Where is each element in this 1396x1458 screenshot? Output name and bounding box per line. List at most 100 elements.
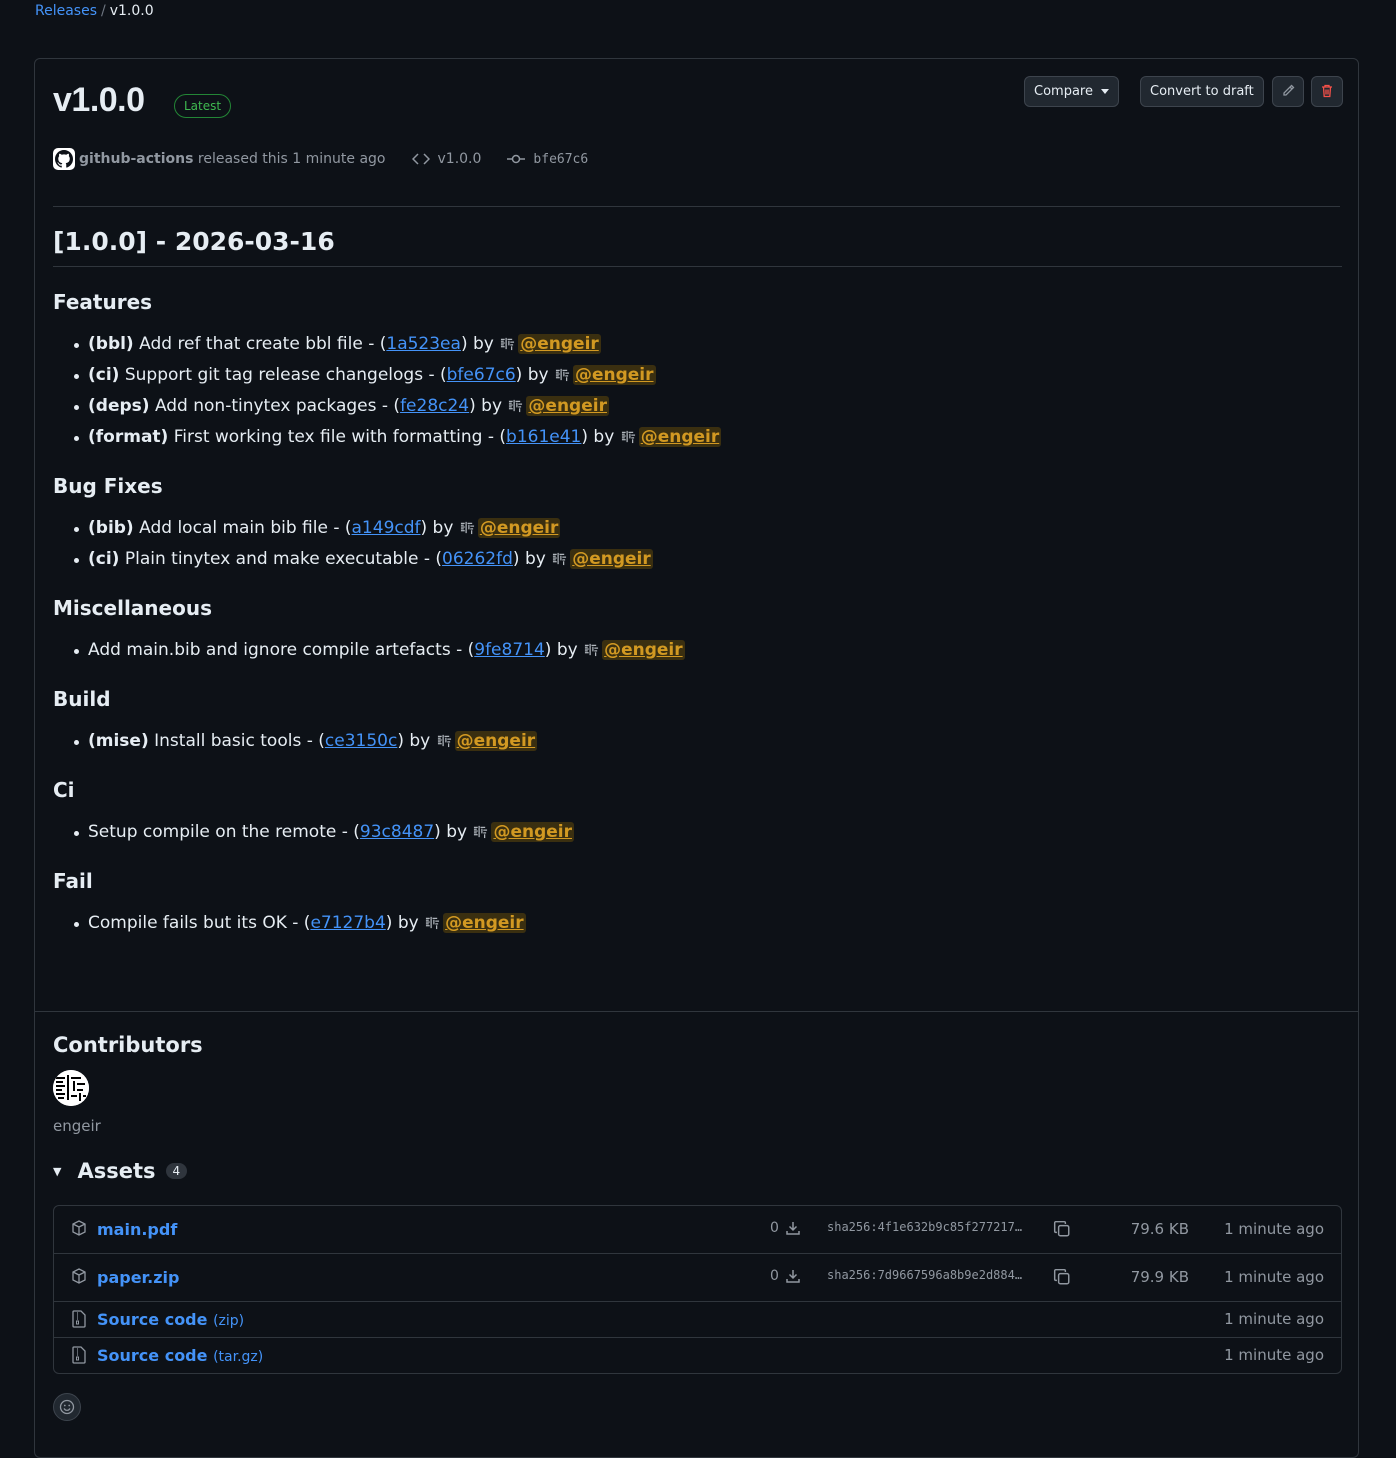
source-zip-link[interactable]: Source code (zip) <box>97 1310 244 1329</box>
release-title: v1.0.0 <box>53 81 145 119</box>
section-heading: Build <box>53 687 111 711</box>
breadcrumb: Releases / v1.0.0 <box>35 3 154 19</box>
section-heading: Ci <box>53 778 75 802</box>
asset-size: 79.6 KB <box>1130 1220 1189 1238</box>
item-text: Add local main bib file - ( <box>139 518 352 538</box>
asset-link[interactable]: main.pdf <box>97 1220 177 1239</box>
list-item: (ci) Plain tinytex and make executable -… <box>74 544 1342 575</box>
source-ext: (zip) <box>213 1313 245 1329</box>
user-mention[interactable]: @engeir <box>454 731 538 751</box>
list-item: (mise) Install basic tools - (ce3150c) b… <box>74 726 1342 757</box>
user-avatar-icon <box>473 819 489 839</box>
item-text: Compile fails but its OK - ( <box>88 913 311 933</box>
file-zip-icon <box>72 1346 86 1364</box>
assets-toggle[interactable]: ▼ Assets 4 <box>53 1159 188 1183</box>
item-text: Install basic tools - ( <box>154 731 325 751</box>
assets-list: main.pdf 0 sha256:4f1e632b9c85f277217… 7… <box>53 1205 1342 1374</box>
list-item: (ci) Support git tag release changelogs … <box>74 360 1342 391</box>
commit-link[interactable]: 9fe8714 <box>474 640 545 660</box>
download-count: 0 <box>770 1268 801 1284</box>
smiley-icon <box>59 1399 75 1415</box>
list-item: (bib) Add local main bib file - (a149cdf… <box>74 513 1342 544</box>
commit-link[interactable]: a149cdf <box>352 518 421 538</box>
list-item: Add main.bib and ignore compile artefact… <box>74 635 1342 666</box>
user-mention[interactable]: @engeir <box>443 913 526 933</box>
commit-link[interactable]: fe28c24 <box>400 396 469 416</box>
list-item: (deps) Add non-tinytex packages - (fe28c… <box>74 391 1342 422</box>
github-logo-icon <box>55 150 73 168</box>
download-icon <box>786 1222 800 1235</box>
tag-name: v1.0.0 <box>437 151 482 167</box>
commit-link[interactable]: 06262fd <box>442 549 513 569</box>
item-text: Add main.bib and ignore compile artefact… <box>88 640 475 660</box>
commit-link[interactable]: 93c8487 <box>360 822 434 842</box>
source-time: 1 minute ago <box>1224 1310 1324 1328</box>
copy-icon[interactable] <box>1053 1220 1071 1238</box>
asset-size: 79.9 KB <box>1130 1268 1189 1286</box>
user-mention[interactable]: @engeir <box>526 396 609 416</box>
user-mention[interactable]: @engeir <box>602 640 685 660</box>
package-icon <box>72 1268 86 1284</box>
scope-label: (ci) <box>88 365 120 385</box>
copy-icon[interactable] <box>1053 1268 1071 1286</box>
tag-link[interactable]: v1.0.0 <box>411 151 482 167</box>
commit-link[interactable]: 1a523ea <box>386 334 461 354</box>
list-item: Setup compile on the remote - (93c8487) … <box>74 817 1342 848</box>
released-text: released this 1 minute ago <box>197 151 386 167</box>
asset-time: 1 minute ago <box>1224 1268 1324 1286</box>
download-icon <box>786 1270 800 1283</box>
assets-title: Assets <box>77 1159 156 1183</box>
contributor-name[interactable]: engeir <box>53 1117 101 1135</box>
list-item: Compile fails but its OK - (e7127b4) by … <box>74 908 1342 939</box>
user-mention[interactable]: @engeir <box>518 334 601 354</box>
user-avatar-icon <box>620 424 636 444</box>
delete-button[interactable] <box>1311 76 1343 107</box>
asset-row: main.pdf 0 sha256:4f1e632b9c85f277217… 7… <box>54 1206 1341 1253</box>
item-text: Setup compile on the remote - ( <box>88 822 360 842</box>
scope-label: (bib) <box>88 518 134 538</box>
user-mention[interactable]: @engeir <box>477 518 561 538</box>
user-avatar-icon <box>552 546 568 566</box>
code-icon <box>411 153 430 165</box>
contributors-title: Contributors <box>53 1033 203 1057</box>
user-mention[interactable]: @engeir <box>570 549 653 569</box>
section-list: (bib) Add local main bib file - (a149cdf… <box>53 513 1342 575</box>
by-text: ) by <box>460 334 494 354</box>
section-heading: Fail <box>53 869 93 893</box>
user-mention[interactable]: @engeir <box>572 365 656 385</box>
user-avatar-icon <box>554 362 570 382</box>
edit-button[interactable] <box>1272 76 1304 107</box>
asset-link[interactable]: paper.zip <box>97 1268 180 1287</box>
user-mention[interactable]: @engeir <box>638 427 722 447</box>
user-mention[interactable]: @engeir <box>491 822 575 842</box>
commit-link[interactable]: bfe67c6 <box>507 152 588 167</box>
release-meta: github-actions released this 1 minute ag… <box>53 147 588 171</box>
triangle-down-icon: ▼ <box>53 1164 62 1178</box>
by-text: ) by <box>544 640 578 660</box>
compare-button[interactable]: Compare <box>1024 76 1119 107</box>
github-actions-avatar[interactable] <box>53 148 75 170</box>
notes-sections: Features (bbl) Add ref that create bbl fi… <box>53 289 1342 939</box>
commit-link[interactable]: b161e41 <box>506 427 581 447</box>
add-reaction-button[interactable] <box>53 1393 81 1421</box>
release-author[interactable]: github-actions <box>79 151 193 167</box>
user-avatar-icon <box>500 331 516 351</box>
convert-to-draft-button[interactable]: Convert to draft <box>1140 76 1264 107</box>
contributor-avatar[interactable] <box>53 1070 89 1106</box>
commit-sha: bfe67c6 <box>533 151 589 167</box>
commit-link[interactable]: e7127b4 <box>310 913 385 933</box>
breadcrumb-releases-link[interactable]: Releases <box>35 3 97 19</box>
commit-link[interactable]: ce3150c <box>325 731 397 751</box>
list-item: (bbl) Add ref that create bbl file - (1a… <box>74 329 1342 360</box>
breadcrumb-current: v1.0.0 <box>109 3 154 19</box>
commit-link[interactable]: bfe67c6 <box>447 365 516 385</box>
release-card: v1.0.0 Latest Compare Convert to draft g… <box>34 58 1359 1458</box>
user-avatar-icon <box>436 728 452 748</box>
by-text: ) by <box>515 365 549 385</box>
latest-badge: Latest <box>174 94 232 118</box>
download-count: 0 <box>770 1220 801 1236</box>
notes-divider <box>35 1011 1358 1012</box>
by-text: ) by <box>469 396 503 416</box>
section-list: Compile fails but its OK - (e7127b4) by … <box>53 908 1342 939</box>
source-targz-link[interactable]: Source code (tar.gz) <box>97 1346 263 1365</box>
